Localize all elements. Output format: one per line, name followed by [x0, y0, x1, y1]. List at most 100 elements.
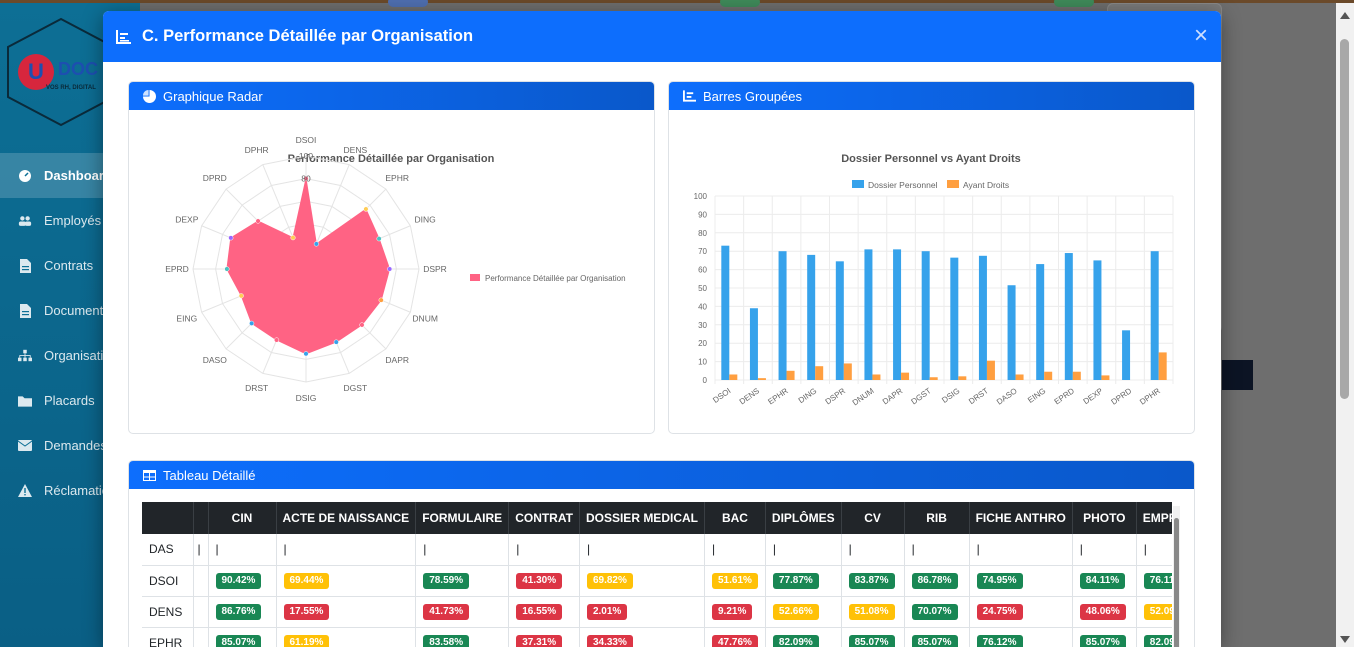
bar-legend-label[interactable]: Ayant Droits	[963, 180, 1009, 190]
bar-ayant-dens[interactable]	[757, 378, 766, 380]
scrollbar-thumb[interactable]	[1340, 39, 1349, 399]
bar-dossier-daso[interactable]	[1007, 285, 1016, 380]
table-header[interactable]: RIB	[904, 502, 970, 534]
bar-dossier-ding[interactable]	[807, 254, 816, 380]
table-header[interactable]: EMPREIN	[1136, 502, 1172, 534]
bar-x-tick-label: DPRD	[1109, 386, 1133, 407]
cell-text: |	[283, 542, 287, 557]
bar-dossier-dsig[interactable]	[950, 257, 959, 380]
table-header[interactable]	[142, 502, 194, 534]
table-cell: 85.07%	[904, 627, 970, 647]
bar-ayant-daso[interactable]	[1015, 374, 1024, 380]
close-button[interactable]: ×	[1191, 24, 1211, 48]
chart-line-icon	[116, 29, 131, 44]
warning-icon	[18, 484, 32, 498]
table-header[interactable]: PHOTO	[1072, 502, 1137, 534]
bar-x-tick-label: DEXP	[1082, 386, 1105, 406]
table-header[interactable]: DIPLÔMES	[765, 502, 842, 534]
bar-dossier-ephr[interactable]	[778, 251, 787, 380]
table-cell: |	[765, 534, 842, 566]
table-row: DENS 86.76% 17.55% 41.73% 16.55% 2.01% 9.21% 52…	[142, 596, 1172, 628]
bars-card-title: Barres Groupées	[703, 88, 802, 104]
radar-category-label: DSPR	[423, 264, 447, 274]
percentage-badge: 85.07%	[1079, 635, 1126, 647]
bar-ayant-eprd[interactable]	[1072, 371, 1081, 380]
bar-dossier-dprd[interactable]	[1122, 330, 1131, 380]
bar-x-tick-label: DASO	[995, 386, 1019, 406]
radar-tick-label: 80	[301, 174, 311, 184]
cell-text: |	[848, 542, 852, 557]
bar-dossier-dapr[interactable]	[893, 249, 902, 380]
page-scrollbar[interactable]	[1336, 3, 1354, 647]
bars-card: Barres Groupées Dossier Personnel vs Aya…	[668, 81, 1195, 434]
bar-x-tick-label: DPHR	[1138, 386, 1162, 407]
table-cell: 2.01%	[579, 596, 705, 628]
table-cell: |	[704, 534, 766, 566]
bar-ayant-dgst[interactable]	[929, 377, 938, 380]
radar-category-label: DENS	[344, 145, 368, 155]
bar-ayant-dsig[interactable]	[958, 376, 967, 380]
cell-text: |	[197, 542, 201, 557]
bar-dossier-dexp[interactable]	[1093, 260, 1102, 380]
radar-point	[255, 218, 261, 224]
table-header[interactable]	[193, 502, 209, 534]
bar-chart-icon	[683, 90, 696, 102]
bar-dossier-eing[interactable]	[1036, 264, 1045, 380]
table-header[interactable]: ACTE DE NAISSANCE	[276, 502, 417, 534]
bar-dossier-eprd[interactable]	[1064, 253, 1073, 380]
org-cell: EPHR	[142, 627, 194, 647]
table-cell: 9.21%	[704, 596, 766, 628]
percentage-badge: 76.11%	[1143, 573, 1172, 589]
table-header[interactable]: CONTRAT	[508, 502, 580, 534]
bar-ayant-dnum[interactable]	[872, 374, 881, 380]
table-cell: |	[969, 534, 1073, 566]
radar-point	[333, 339, 339, 345]
bar-ayant-dsoi[interactable]	[729, 374, 738, 380]
bar-ayant-eing[interactable]	[1044, 371, 1053, 380]
bar-x-tick-label: DSOI	[711, 386, 732, 405]
bar-ayant-dexp[interactable]	[1101, 375, 1110, 380]
radar-legend-label[interactable]: Performance Détaillée par Organisation	[485, 274, 626, 283]
table-header[interactable]: FORMULAIRE	[415, 502, 510, 534]
table-cell: 76.12%	[969, 627, 1073, 647]
bar-legend-swatch	[852, 180, 864, 188]
percentage-badge: 86.76%	[215, 604, 262, 620]
scroll-down-icon[interactable]	[1340, 636, 1350, 643]
bar-ayant-dphr[interactable]	[1158, 352, 1167, 380]
bar-x-tick-label: DENS	[738, 386, 761, 406]
table-header[interactable]: CIN	[208, 502, 277, 534]
percentage-badge: 77.87%	[772, 573, 819, 589]
bar-dossier-drst[interactable]	[978, 255, 987, 380]
bar-ayant-ephr[interactable]	[786, 370, 795, 380]
bar-dossier-dens[interactable]	[749, 308, 758, 380]
bar-legend-label[interactable]: Dossier Personnel	[868, 180, 938, 190]
table-cell: |	[208, 534, 277, 566]
bar-ayant-dspr[interactable]	[843, 363, 852, 380]
table-cell: 17.55%	[276, 596, 417, 628]
table-cell: 41.30%	[508, 565, 580, 597]
bar-dossier-dspr[interactable]	[835, 261, 844, 380]
radar-card-title: Graphique Radar	[163, 88, 263, 104]
bar-dossier-dsoi[interactable]	[721, 245, 730, 380]
percentage-badge: 69.82%	[586, 573, 633, 589]
bar-ayant-ding[interactable]	[815, 366, 824, 380]
table-cell: 70.07%	[904, 596, 970, 628]
table-header[interactable]: BAC	[704, 502, 766, 534]
percentage-badge: 51.08%	[848, 604, 895, 620]
cell-text: |	[1143, 542, 1147, 557]
scroll-up-icon[interactable]	[1340, 12, 1350, 19]
bar-dossier-dgst[interactable]	[921, 251, 930, 380]
table-header[interactable]: FICHE ANTHRO	[969, 502, 1073, 534]
radar-point	[224, 266, 230, 272]
file-icon	[18, 303, 32, 318]
bar-dossier-dnum[interactable]	[864, 249, 873, 380]
bar-ayant-dapr[interactable]	[901, 372, 910, 380]
percentage-badge: 24.75%	[976, 604, 1023, 620]
bar-ayant-drst[interactable]	[986, 360, 995, 380]
bar-dossier-dphr[interactable]	[1150, 251, 1159, 380]
table-scrollbar[interactable]	[1173, 506, 1180, 647]
table-header[interactable]: CV	[841, 502, 905, 534]
table-wrapper[interactable]: CIN ACTE DE NAISSANCE FORMULAIRE CONTRAT DOS…	[142, 502, 1172, 647]
table-cell: |	[193, 534, 209, 566]
table-header[interactable]: DOSSIER MEDICAL	[579, 502, 705, 534]
